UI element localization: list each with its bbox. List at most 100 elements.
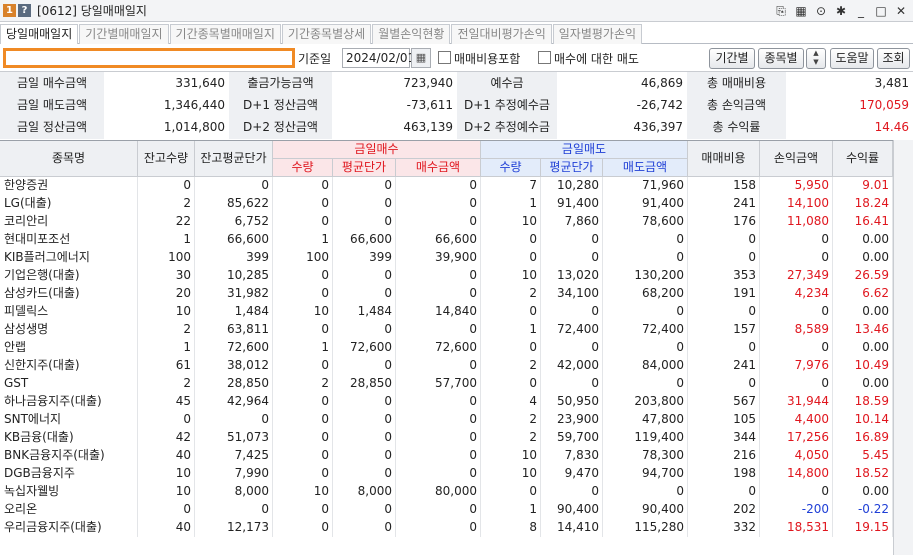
cell-return: 10.49	[833, 357, 893, 375]
summary-label: D+2 추정예수금	[457, 116, 557, 139]
cell-pnl: 5,950	[760, 177, 833, 195]
close-icon[interactable]: ✕	[893, 3, 909, 19]
cell-sell-avg: 72,400	[541, 321, 603, 339]
cell-fee: 0	[688, 303, 760, 321]
sell-for-buy-checkbox[interactable]	[538, 51, 551, 64]
query-button[interactable]: 조회	[877, 48, 910, 69]
vertical-scrollbar[interactable]	[893, 140, 913, 555]
cell-pnl: 31,944	[760, 393, 833, 411]
cell-hold-avg: 31,982	[195, 285, 273, 303]
col-fee-header[interactable]: 매매비용	[688, 141, 760, 177]
table-row[interactable]: 한양증권 0 0 0 0 0 7 10,280 71,960 158 5,950 9.01	[0, 177, 893, 195]
col-return-header[interactable]: 수익률	[833, 141, 893, 177]
fee-include-checkbox[interactable]	[438, 51, 451, 64]
col-sell-amt-header[interactable]: 매도금액	[603, 159, 688, 177]
cell-name: DGB금융지주	[0, 465, 138, 483]
col-hold-avg-header[interactable]: 잔고평균단가	[195, 141, 273, 177]
cell-buy-avg: 28,850	[333, 375, 396, 393]
base-date-label: 기준일	[298, 52, 332, 66]
layout-icon[interactable]: ▦	[793, 3, 809, 19]
col-pnl-header[interactable]: 손익금액	[760, 141, 833, 177]
cell-pnl: 4,400	[760, 411, 833, 429]
cell-hold-avg: 85,622	[195, 195, 273, 213]
table-row[interactable]: 오리온 0 0 0 0 0 1 90,400 90,400 202 -200 -0.22	[0, 501, 893, 519]
cell-buy-avg: 0	[333, 429, 396, 447]
cell-pnl: 0	[760, 483, 833, 501]
cell-sell-amt: 0	[603, 375, 688, 393]
col-name-header[interactable]: 종목명	[0, 141, 138, 177]
cell-sell-avg: 7,860	[541, 213, 603, 231]
date-field[interactable]: 2024/02/01	[342, 48, 415, 68]
tab-period-journal[interactable]: 기간별매매일지	[79, 24, 169, 44]
table-row[interactable]: 안랩 1 72,600 1 72,600 72,600 0 0 0 0 0 0.00	[0, 339, 893, 357]
cell-buy-amt: 14,840	[396, 303, 481, 321]
stock-button[interactable]: 종목별	[758, 48, 804, 69]
col-hold-qty-header[interactable]: 잔고수량	[138, 141, 195, 177]
table-row[interactable]: BNK금융지주(대출) 40 7,425 0 0 0 10 7,830 78,300 216 4,0…	[0, 447, 893, 465]
cell-sell-amt: 0	[603, 303, 688, 321]
cell-sell-amt: 78,300	[603, 447, 688, 465]
cell-sell-avg: 7,830	[541, 447, 603, 465]
minimize-icon[interactable]: _	[853, 3, 869, 19]
cell-sell-avg: 10,280	[541, 177, 603, 195]
table-row[interactable]: LG(대출) 2 85,622 0 0 0 1 91,400 91,400 241 14,100 18…	[0, 195, 893, 213]
cell-pnl: 7,976	[760, 357, 833, 375]
table-row[interactable]: 우리금융지주(대출) 40 12,173 0 0 0 8 14,410 115,280 332 18…	[0, 519, 893, 537]
cell-sell-qty: 1	[481, 501, 541, 519]
col-sell-avg-header[interactable]: 평균단가	[541, 159, 603, 177]
cell-sell-amt: 115,280	[603, 519, 688, 537]
cell-hold-avg: 38,012	[195, 357, 273, 375]
copy-icon[interactable]: ⎘	[773, 3, 789, 19]
tab-period-stock-detail[interactable]: 기간종목별상세	[281, 24, 372, 44]
cell-hold-avg: 8,000	[195, 483, 273, 501]
col-buy-avg-header[interactable]: 평균단가	[333, 159, 396, 177]
cell-return: 13.46	[833, 321, 893, 339]
calendar-icon[interactable]: ▦	[411, 48, 431, 68]
summary-row: 금일 매수금액 331,640 출금가능금액 723,940 예수금 46,869 총 매매…	[0, 72, 913, 95]
tab-period-stock-journal[interactable]: 기간종목별매매일지	[169, 24, 281, 44]
cell-buy-avg: 0	[333, 267, 396, 285]
table-row[interactable]: SNT에너지 0 0 0 0 0 2 23,900 47,800 105 4,400 10.14	[0, 411, 893, 429]
table-row[interactable]: 녹십자웰빙 10 8,000 10 8,000 80,000 0 0 0 0 0 0.00	[0, 483, 893, 501]
cell-sell-avg: 0	[541, 339, 603, 357]
tab-prev-day-eval[interactable]: 전일대비평가손익	[451, 24, 552, 44]
spin-stepper[interactable]: ▲ ▼	[806, 48, 826, 69]
table-row[interactable]: KB금융(대출) 42 51,073 0 0 0 2 59,700 119,400 344 17,2…	[0, 429, 893, 447]
cell-sell-avg: 0	[541, 249, 603, 267]
tab-daily-eval[interactable]: 일자별평가손익	[552, 24, 643, 44]
cell-fee: 216	[688, 447, 760, 465]
cell-hold-avg: 7,425	[195, 447, 273, 465]
tab-daily-journal[interactable]: 당일매매일지	[0, 24, 79, 44]
screen-number-badge[interactable]: 1	[3, 4, 16, 17]
cell-name: 피델릭스	[0, 303, 138, 321]
cell-buy-amt: 0	[396, 357, 481, 375]
account-input[interactable]	[3, 48, 295, 68]
table-row[interactable]: 삼성생명 2 63,811 0 0 0 1 72,400 72,400 157 8,589 13.46	[0, 321, 893, 339]
col-buy-amt-header[interactable]: 매수금액	[396, 159, 481, 177]
table-row[interactable]: 신한지주(대출) 61 38,012 0 0 0 2 42,000 84,000 241 7,976…	[0, 357, 893, 375]
col-sell-qty-header[interactable]: 수량	[481, 159, 541, 177]
cell-pnl: 4,050	[760, 447, 833, 465]
period-button[interactable]: 기간별	[709, 48, 755, 69]
maximize-icon[interactable]: □	[873, 3, 889, 19]
table-row[interactable]: 삼성카드(대출) 20 31,982 0 0 0 2 34,100 68,200 191 4,234…	[0, 285, 893, 303]
summary-label: D+1 추정예수금	[457, 94, 557, 117]
table-row[interactable]: 코리안리 22 6,752 0 0 0 10 7,860 78,600 176 11,080 16.4…	[0, 213, 893, 231]
help-button[interactable]: 도움말	[830, 48, 874, 69]
table-row[interactable]: DGB금융지주 10 7,990 0 0 0 10 9,470 94,700 198 14,800 1…	[0, 465, 893, 483]
tab-monthly-pnl[interactable]: 월별손익현황	[372, 24, 451, 44]
table-row[interactable]: 기업은행(대출) 30 10,285 0 0 0 10 13,020 130,200 353 27,…	[0, 267, 893, 285]
cell-buy-amt: 0	[396, 429, 481, 447]
table-row[interactable]: KIB플러그에너지 100 399 100 399 39,900 0 0 0 0 0 0.00	[0, 249, 893, 267]
camera-icon[interactable]: ⊙	[813, 3, 829, 19]
col-buy-qty-header[interactable]: 수량	[273, 159, 333, 177]
table-row[interactable]: 하나금융지주(대출) 45 42,964 0 0 0 4 50,950 203,800 567 31…	[0, 393, 893, 411]
settings-icon[interactable]: ✱	[833, 3, 849, 19]
toolbar: 기준일 2024/02/01 ▦ 매매비용포함 매수에 대한 매도 기간별 종목…	[0, 46, 913, 70]
table-row[interactable]: 피델릭스 10 1,484 10 1,484 14,840 0 0 0 0 0 0.00	[0, 303, 893, 321]
table-row[interactable]: 현대미포조선 1 66,600 1 66,600 66,600 0 0 0 0 0 0.00	[0, 231, 893, 249]
cell-hold-qty: 61	[138, 357, 195, 375]
table-row[interactable]: GST 2 28,850 2 28,850 57,700 0 0 0 0 0 0.00	[0, 375, 893, 393]
cell-sell-avg: 42,000	[541, 357, 603, 375]
help-icon[interactable]: ?	[18, 4, 31, 17]
